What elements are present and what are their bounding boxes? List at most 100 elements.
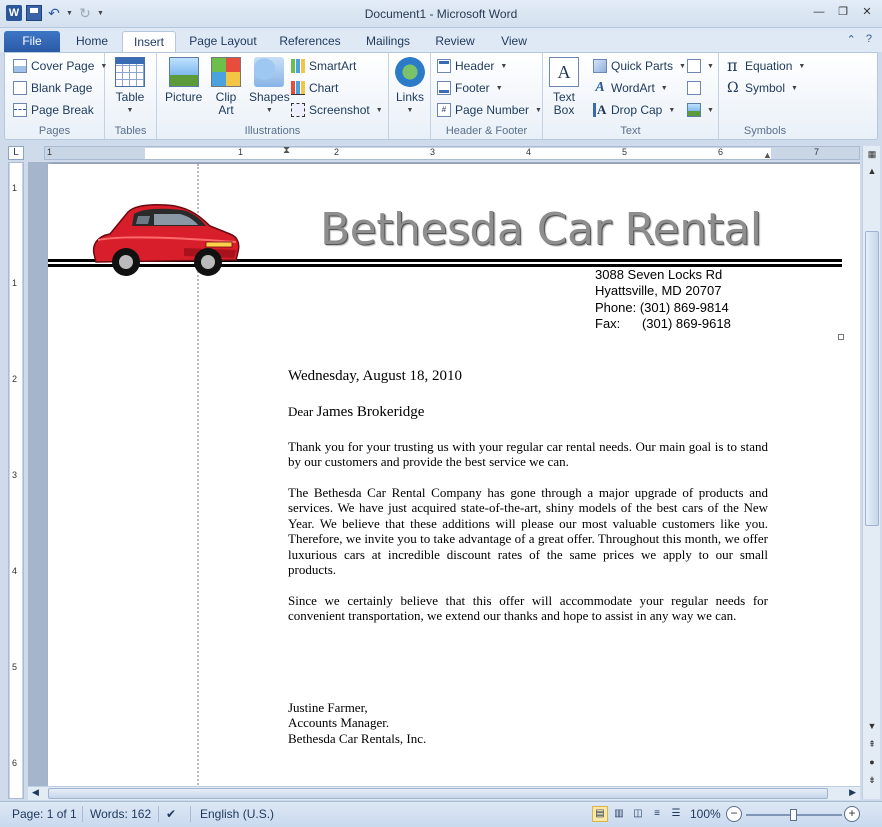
salutation-word: Dear [288,404,314,419]
vertical-ruler[interactable]: 1 1 2 3 4 5 6 [8,162,24,799]
date-time-icon [687,81,701,95]
tab-view[interactable]: View [490,31,538,52]
web-layout-view-icon[interactable]: ◫ [630,806,646,822]
ruler-number: 2 [12,374,18,384]
tab-review[interactable]: Review [426,31,484,52]
tab-references[interactable]: References [270,31,350,52]
right-indent-marker-icon[interactable]: ▲ [763,150,772,160]
tab-mailings[interactable]: Mailings [356,31,420,52]
select-browse-object-icon[interactable]: ● [864,754,880,770]
clip-art-icon [211,57,241,87]
textbox-anchor-handle[interactable] [838,334,844,340]
footer-button[interactable]: Footer ▼ [437,78,503,98]
clip-art-button[interactable]: Clip Art [211,57,241,117]
horizontal-scroll-thumb[interactable] [48,788,828,799]
header-button[interactable]: Header ▼ [437,56,507,76]
ruler-number: 4 [526,147,532,157]
page-break-button[interactable]: Page Break [13,100,94,120]
equation-button[interactable]: π Equation ▼ [727,56,805,76]
previous-page-icon[interactable]: ⇞ [864,736,880,752]
car-logo[interactable] [88,200,240,284]
text-box-button[interactable]: A Text Box [549,57,579,117]
scroll-up-icon[interactable]: ▲ [864,163,880,179]
group-links: Links ▼ [389,53,431,139]
scroll-left-icon[interactable]: ◀ [32,787,39,798]
help-icon[interactable]: ? [866,33,872,46]
full-screen-reading-view-icon[interactable]: ▥ [611,806,627,822]
group-label-tables: Tables [114,125,147,137]
outline-view-icon[interactable]: ≡ [649,806,665,822]
page-break-icon [13,103,27,117]
draft-view-icon[interactable]: ☰ [668,806,684,822]
table-button[interactable]: Table ▼ [115,57,145,117]
zoom-slider-thumb[interactable] [790,809,797,821]
object-icon [687,103,701,117]
header-icon [437,59,451,73]
links-button[interactable]: Links ▼ [395,57,425,117]
equation-icon: π [727,56,738,75]
language-indicator[interactable]: English (U.S.) [200,807,274,821]
screenshot-button[interactable]: Screenshot ▼ [291,100,383,120]
zoom-slider[interactable] [746,809,842,821]
title-bar: W ↶ ▼ ↻ ▼ Document1 - Microsoft Word — ❐… [0,0,882,28]
indent-marker-icon[interactable]: ⧗ [283,145,290,156]
address-line: 3088 Seven Locks Rd [595,267,723,282]
paragraph-2: The Bethesda Car Rental Company has gone… [288,485,768,578]
zoom-out-icon[interactable]: − [726,806,742,822]
restore-icon[interactable]: ❐ [836,5,850,19]
wordart-button[interactable]: A WordArt ▼ [593,78,667,98]
minimize-ribbon-icon[interactable]: ⌃ [847,33,856,46]
paragraph-1: Thank you for your trusting us with your… [288,439,768,470]
blank-page-button[interactable]: Blank Page [13,78,92,98]
date-time-button[interactable] [687,78,701,98]
ribbon-tabs: File Home Insert Page Layout References … [0,28,882,53]
company-name: Bethesda Car Rental [320,204,762,255]
tab-home[interactable]: Home [64,31,120,52]
zoom-in-icon[interactable]: + [844,806,860,822]
proofing-icon[interactable]: ✔ [166,807,176,821]
signature-name: Justine Farmer, [288,700,368,715]
address-line: Phone: (301) 869-9814 [595,299,729,315]
page-number-icon: # [437,103,451,117]
object-button[interactable]: ▼ [687,100,714,120]
zoom-level[interactable]: 100% [690,807,721,821]
wordart-icon: A [595,80,605,95]
ruler-number: 6 [12,758,18,768]
smartart-button[interactable]: SmartArt [291,56,356,76]
ruler-number: 1 [47,147,53,157]
chart-button[interactable]: Chart [291,78,338,98]
drop-cap-button[interactable]: A Drop Cap ▼ [593,100,675,120]
cover-page-button[interactable]: Cover Page ▼ [13,56,107,76]
signature-title: Accounts Manager. [288,715,390,731]
horizontal-scrollbar[interactable]: ◀ ▶ [28,786,860,800]
chart-icon [291,81,305,95]
symbol-button[interactable]: Ω Symbol ▼ [727,78,798,98]
document-area[interactable]: Bethesda Car Rental 3088 Seven Locks Rd H… [28,162,860,799]
tab-insert[interactable]: Insert [122,31,176,53]
vertical-scroll-thumb[interactable] [865,231,879,526]
document-page[interactable]: Bethesda Car Rental 3088 Seven Locks Rd H… [48,164,860,799]
print-layout-view-icon[interactable]: ▤ [592,806,608,822]
quick-parts-button[interactable]: Quick Parts ▼ [593,56,686,76]
page-count[interactable]: Page: 1 of 1 [12,807,77,821]
scroll-down-icon[interactable]: ▼ [864,718,880,734]
screenshot-icon [291,103,305,117]
shapes-button[interactable]: Shapes ▼ [249,57,290,117]
vertical-scrollbar[interactable]: ▦ ▲ ▼ ⇞ ● ⇟ [862,146,880,799]
signature-line-button[interactable]: ▼ [687,56,714,76]
ruler-number: 5 [12,662,18,672]
table-icon [115,57,145,87]
view-ruler-icon[interactable]: ▦ [864,146,880,162]
word-count[interactable]: Words: 162 [90,807,151,821]
minimize-icon[interactable]: — [812,5,826,19]
close-icon[interactable]: ✕ [860,5,874,19]
tab-file[interactable]: File [4,31,60,52]
picture-button[interactable]: Picture [165,57,202,104]
next-page-icon[interactable]: ⇟ [864,772,880,788]
tab-selector[interactable]: L [8,146,24,160]
group-text: A Text Box Quick Parts ▼ A WordArt ▼ A Dro… [543,53,719,139]
tab-page-layout[interactable]: Page Layout [180,31,266,52]
page-number-button[interactable]: # Page Number ▼ [437,100,542,120]
scroll-right-icon[interactable]: ▶ [849,787,856,798]
horizontal-ruler[interactable]: 1 1 2 3 4 5 6 7 ⧗ ▲ [44,145,860,160]
